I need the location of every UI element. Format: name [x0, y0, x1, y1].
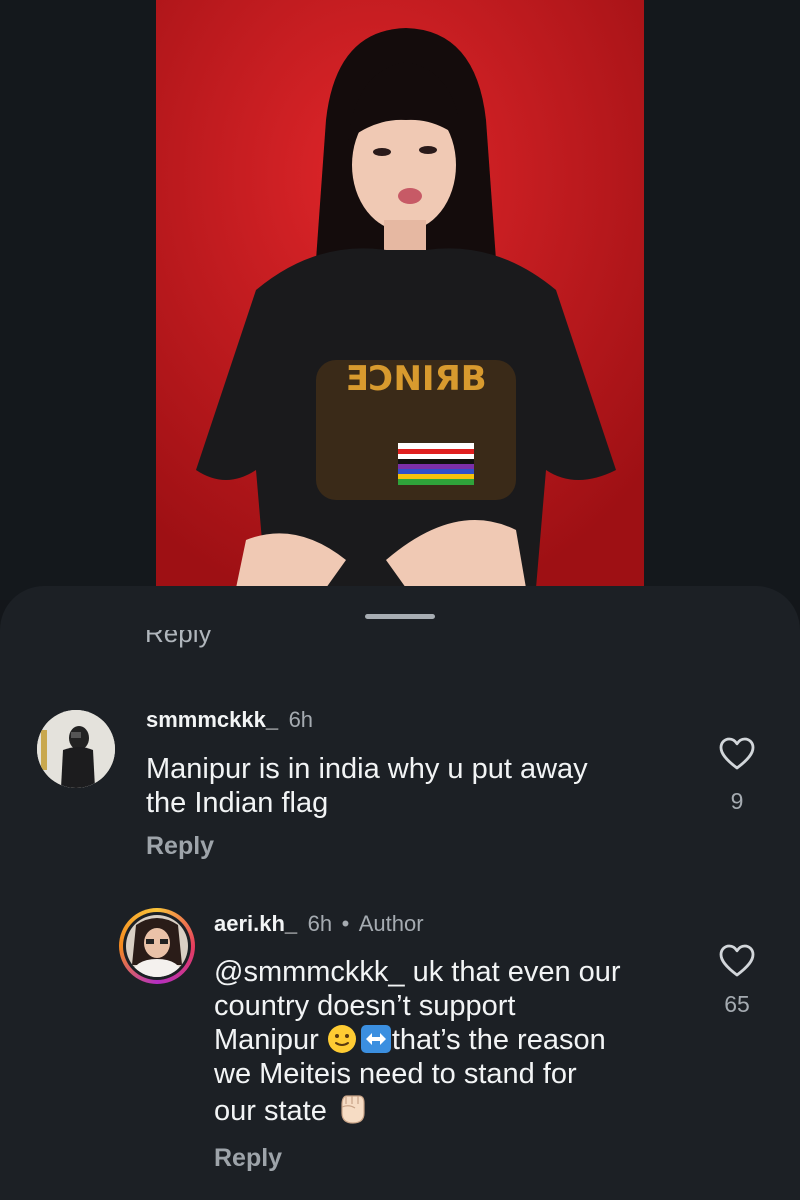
video-frame[interactable]: ƎƆNIЯB: [156, 0, 644, 588]
reply-button[interactable]: Reply: [214, 1144, 282, 1173]
heart-outline-icon[interactable]: [719, 737, 755, 771]
comment-timestamp: 6h: [307, 911, 333, 936]
heart-outline-icon[interactable]: [719, 944, 755, 978]
like-count: 65: [724, 991, 750, 1017]
manipur-flag-icon: [398, 443, 474, 485]
shirt-graphic-text: ƎƆNIЯB: [345, 359, 486, 399]
like-count: 9: [730, 788, 744, 814]
video-player[interactable]: ƎƆNIЯB: [0, 0, 800, 600]
comment-timestamp: 6h: [288, 707, 314, 732]
reply-button[interactable]: Reply: [146, 832, 214, 861]
left-right-arrow-emoji: [360, 1025, 391, 1053]
clipped-reply-button[interactable]: Reply: [145, 630, 265, 650]
mention-link[interactable]: @smmmckkk_: [214, 956, 405, 988]
sheet-drag-handle[interactable]: [365, 614, 435, 619]
comment-username[interactable]: aeri.kh_: [214, 911, 297, 936]
meta-separator: •: [341, 911, 350, 936]
author-avatar[interactable]: [119, 908, 195, 984]
author-badge: Author: [358, 911, 424, 936]
comment-username[interactable]: smmmckkk_: [146, 707, 278, 732]
video-still-image: ƎƆNIЯB: [156, 0, 644, 588]
slightly-smiling-face-emoji: [327, 1025, 356, 1053]
comment-text: @smmmckkk_ uk that even our country does…: [214, 956, 621, 1127]
avatar[interactable]: [37, 710, 115, 788]
raised-fist-emoji: [341, 1095, 365, 1124]
comments-sheet[interactable]: Reply smmmckkk_ 6h Manipur is in india w…: [0, 586, 800, 1200]
comment-text: Manipur is in india why u put away the I…: [146, 753, 588, 819]
